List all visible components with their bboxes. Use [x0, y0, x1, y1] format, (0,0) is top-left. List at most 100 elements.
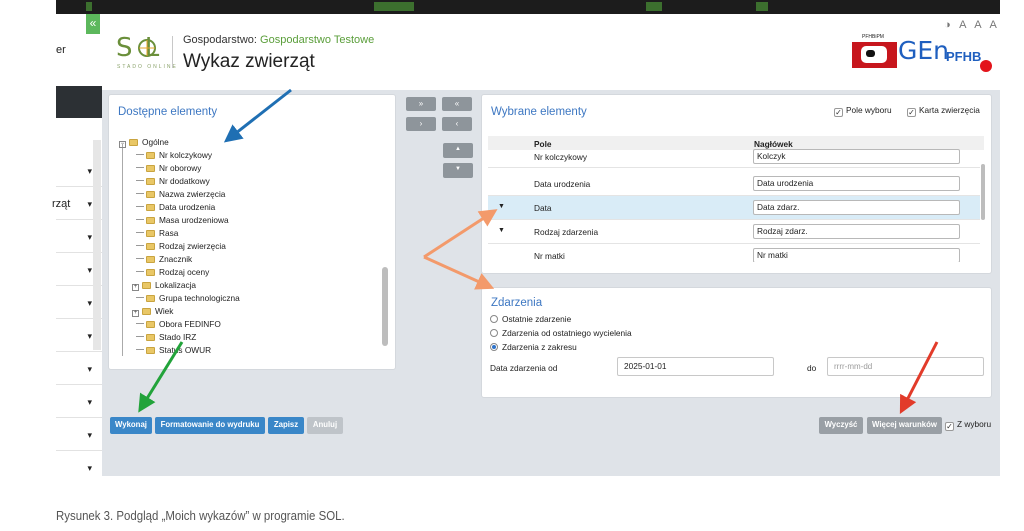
folder-icon [146, 321, 155, 328]
tree-item-label: Status OWUR [159, 345, 212, 354]
radio-label: Ostatnie zdarzenie [502, 314, 572, 324]
table-row[interactable]: ▼ Rodzaj zdarzenia Rodzaj zdarz. [488, 220, 980, 244]
row-naglowek-input[interactable]: Nr matki [753, 248, 960, 262]
tree-item[interactable]: Nr dodatkowy [136, 176, 210, 186]
row-pole: Rodzaj zdarzenia [534, 227, 599, 237]
tree-item[interactable]: Rodzaj oceny [136, 267, 209, 277]
tree-item[interactable]: Status OWUR [136, 345, 211, 354]
tree-item[interactable]: Rodzaj zwierzęcia [136, 241, 226, 251]
date-to-input[interactable]: rrrr-mm-dd [827, 357, 984, 376]
tree-item[interactable]: Znacznik [136, 254, 192, 264]
available-elements-title: Dostępne elementy [118, 106, 218, 118]
tree-item-label: Rodzaj zwierzęcia [159, 241, 226, 251]
tree-item[interactable]: Nazwa zwierzęcia [136, 189, 225, 199]
row-pole: Nr matki [534, 251, 565, 261]
checkbox-label: Pole wyboru [846, 105, 892, 115]
tree-item[interactable]: Data urodzenia [136, 202, 215, 212]
check-icon: ✓ [907, 108, 916, 117]
pole-wyboru-checkbox[interactable]: ✓ Pole wyboru [834, 105, 892, 117]
date-from-input[interactable]: 2025-01-01 [617, 357, 774, 376]
tree-item-label: Rodzaj oceny [159, 267, 210, 277]
tree-item-expandable[interactable]: + Wiek [132, 306, 173, 317]
tree-item-label: Obora FEDINFO [159, 319, 221, 329]
table-row[interactable]: Data urodzenia Data urodzenia [488, 172, 980, 196]
sidebar-item[interactable]: ▾ [56, 418, 102, 451]
sidebar-collapse-button[interactable]: « [86, 14, 100, 34]
chevron-down-icon: ▾ [87, 232, 92, 242]
tree-item-label: Grupa technologiczna [159, 293, 240, 303]
chosen-scrollbar[interactable] [981, 164, 985, 220]
remove-button[interactable]: ‹ [442, 117, 472, 131]
row-naglowek-input[interactable]: Data zdarz. [753, 200, 960, 215]
tree-item[interactable]: Obora FEDINFO [136, 319, 221, 329]
move-up-button[interactable]: ▲ [443, 143, 473, 158]
check-icon: ✓ [834, 108, 843, 117]
folder-icon [146, 256, 155, 263]
formatowanie-button[interactable]: Formatowanie do wydruku [155, 417, 265, 434]
tree-root-ogolne[interactable]: − Ogólne [119, 137, 169, 148]
tree-item[interactable]: Grupa technologiczna [136, 293, 240, 303]
karta-zwierzecia-checkbox[interactable]: ✓ Karta zwierzęcia [907, 105, 980, 117]
available-scrollbar[interactable] [382, 267, 388, 346]
pfhb-logo-dot [980, 60, 992, 72]
tree-item-label: Lokalizacja [155, 280, 197, 290]
tree-root-label: Ogólne [142, 137, 169, 147]
figure-caption: Rysunek 3. Podgląd „Moich wykazów” w pro… [56, 508, 345, 523]
add-button[interactable]: › [406, 117, 436, 131]
row-naglowek-input[interactable]: Kolczyk [753, 149, 960, 164]
radio-label: Zdarzenia od ostatniego wycielenia [502, 328, 632, 338]
sidebar-item[interactable]: ▾ [56, 352, 102, 385]
radio-selected-icon [490, 343, 498, 351]
anuluj-button[interactable]: Anuluj [307, 417, 343, 434]
caret-down-icon[interactable]: ▼ [498, 227, 505, 234]
folder-icon [146, 347, 155, 354]
tree-item-label: Data urodzenia [159, 202, 216, 212]
add-all-button[interactable]: » [406, 97, 436, 111]
tree-item-expandable[interactable]: + Lokalizacja [132, 280, 196, 291]
radio-z-zakresu[interactable]: Zdarzenia z zakresu [490, 342, 577, 352]
chevron-down-icon: ▾ [87, 364, 92, 374]
row-naglowek-input[interactable]: Data urodzenia [753, 176, 960, 191]
chevron-down-icon: ▾ [87, 397, 92, 407]
sidebar-scrollbar[interactable] [93, 140, 101, 350]
radio-od-wycielenia[interactable]: Zdarzenia od ostatniego wycielenia [490, 328, 632, 338]
page-title: Wykaz zwierząt [183, 51, 315, 72]
pfhb-logo: PFHB [946, 49, 982, 64]
radio-ostatnie-zdarzenie[interactable]: Ostatnie zdarzenie [490, 314, 571, 324]
tree-item-label: Nr oborowy [159, 163, 202, 173]
table-row-selected[interactable]: ▼ Data Data zdarz. [488, 196, 980, 220]
folder-icon [146, 269, 155, 276]
expand-icon[interactable]: + [132, 284, 139, 291]
farm-line: Gospodarstwo: Gospodarstwo Testowe [183, 34, 374, 46]
row-naglowek-input[interactable]: Rodzaj zdarz. [753, 224, 960, 239]
chevron-down-icon: ▾ [87, 463, 92, 473]
sidebar-item[interactable]: ▾ [56, 385, 102, 418]
expand-icon[interactable]: + [132, 310, 139, 317]
folder-icon [146, 243, 155, 250]
caret-down-icon[interactable]: ▼ [498, 203, 505, 210]
sidebar-item[interactable]: ▾ [56, 451, 102, 484]
wykonaj-button[interactable]: Wykonaj [110, 417, 152, 434]
tree-item[interactable]: Nr kolczykowy [136, 150, 212, 160]
font-size-controls[interactable]: ◑ A A A [944, 19, 1000, 31]
wiecej-warunkow-button[interactable]: Więcej warunków [867, 417, 942, 434]
farm-name: Gospodarstwo Testowe [260, 34, 375, 46]
tree-item[interactable]: Rasa [136, 228, 178, 238]
wyczysc-button[interactable]: Wyczyść [819, 417, 863, 434]
folder-icon [129, 139, 138, 146]
zapisz-button[interactable]: Zapisz [268, 417, 304, 434]
z-wyboru-checkbox[interactable]: ✓ Z wyboru [945, 419, 991, 431]
chevron-down-icon: ▾ [87, 265, 92, 275]
chevron-down-icon: ▾ [87, 331, 92, 341]
table-row[interactable]: Nr kolczykowy Kolczyk [488, 148, 980, 168]
tree-item[interactable]: Stado IRZ [136, 332, 196, 342]
sidebar-item-label: rząt [52, 198, 71, 210]
move-down-button[interactable]: ▼ [443, 163, 473, 178]
table-row[interactable]: Nr matki Nr matki [488, 244, 980, 262]
tree-item[interactable]: Masa urodzeniowa [136, 215, 229, 225]
remove-all-button[interactable]: « [442, 97, 472, 111]
tree-item[interactable]: Nr oborowy [136, 163, 201, 173]
collapse-icon[interactable]: − [119, 141, 126, 148]
check-icon: ✓ [945, 422, 954, 431]
folder-icon [146, 178, 155, 185]
